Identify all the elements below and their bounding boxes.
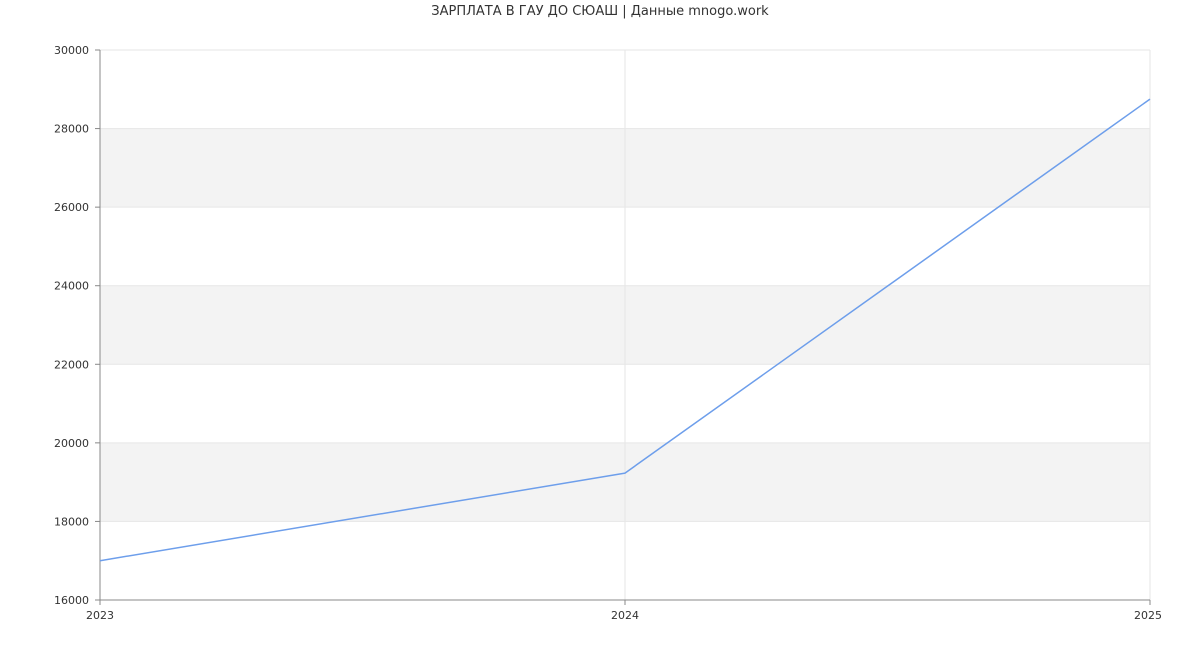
y-tick-label: 22000 [54,358,89,371]
chart: ЗАРПЛАТА В ГАУ ДО СЮАШ | Данные mnogo.wo… [0,0,1200,650]
x-tick-label: 2025 [1134,609,1162,622]
x-tick-label: 2024 [611,609,639,622]
y-tick-label: 26000 [54,201,89,214]
x-tick-label: 2023 [86,609,114,622]
y-tick-label: 18000 [54,515,89,528]
y-tick-label: 30000 [54,44,89,57]
y-tick-label: 28000 [54,123,89,136]
y-tick-label: 20000 [54,437,89,450]
y-tick-label: 24000 [54,280,89,293]
y-tick-label: 16000 [54,594,89,607]
plot-area: 16000 18000 20000 22000 24000 26000 28000 30000… [54,44,1162,622]
